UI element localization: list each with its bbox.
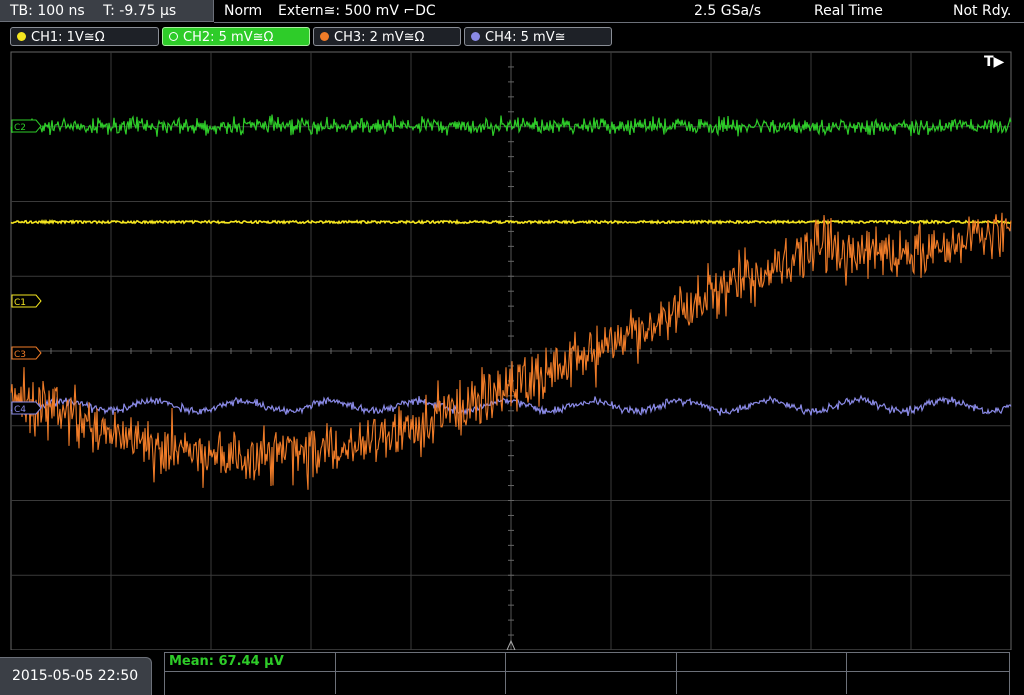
- marker-c4[interactable]: C4: [11, 401, 42, 415]
- ch2-label: CH2: 5 mV≅Ω: [183, 30, 274, 45]
- trigger-status: Not Rdy.: [953, 3, 1012, 19]
- ch1-label: CH1: 1V≅Ω: [31, 30, 105, 45]
- graticule: C2 C1 C3 C4 T▶: [10, 51, 1012, 650]
- ch2-color-dot: [169, 32, 178, 41]
- channel-tab-ch4[interactable]: CH4: 5 mV≅: [464, 27, 612, 46]
- channel-tab-ch1[interactable]: CH1: 1V≅Ω: [10, 27, 159, 46]
- trigger-offset-value: T: -9.75 µs: [103, 3, 177, 19]
- measurement-divider: [505, 653, 506, 694]
- ch3-color-dot: [320, 32, 329, 41]
- measurement-panel[interactable]: Mean: 67.44 µV: [164, 652, 1010, 695]
- marker-c3-label: C3: [14, 350, 26, 360]
- grid-lines: [10, 51, 1012, 650]
- status-bar: TB: 100 ns T: -9.75 µs Norm Extern≅: 500…: [0, 0, 1024, 24]
- measurement-row: [165, 653, 1009, 672]
- timebase-panel[interactable]: TB: 100 ns T: -9.75 µs: [0, 0, 214, 22]
- channel-tab-ch2[interactable]: CH2: 5 mV≅Ω: [162, 27, 310, 46]
- measurement-divider: [676, 653, 677, 694]
- ch3-label: CH3: 2 mV≅Ω: [334, 30, 425, 45]
- marker-c4-label: C4: [14, 405, 26, 415]
- channel-tabs: CH1: 1V≅Ω CH2: 5 mV≅Ω CH3: 2 mV≅Ω CH4: 5…: [0, 25, 1024, 49]
- channel-markers: C2 C1 C3 C4: [11, 119, 42, 415]
- ch4-color-dot: [471, 32, 480, 41]
- measurement-mean[interactable]: Mean: 67.44 µV: [169, 653, 284, 671]
- ch1-color-dot: [17, 32, 26, 41]
- trigger-position-indicator[interactable]: T▶: [984, 54, 1005, 70]
- marker-c1-label: C1: [14, 298, 26, 308]
- timebase-value: TB: 100 ns: [10, 3, 85, 19]
- marker-c2[interactable]: C2: [11, 119, 42, 133]
- trigger-mode[interactable]: Norm: [224, 0, 262, 22]
- marker-c3[interactable]: C3: [11, 346, 42, 360]
- measurement-divider: [846, 653, 847, 694]
- channel-tab-ch3[interactable]: CH3: 2 mV≅Ω: [313, 27, 461, 46]
- trigger-source[interactable]: Extern≅: 500 mV ⌐DC: [278, 0, 436, 22]
- bottom-bar: 2015-05-05 22:50 Mean: 67.44 µV: [0, 650, 1024, 695]
- date-time: 2015-05-05 22:50: [0, 657, 152, 695]
- ch4-label: CH4: 5 mV≅: [485, 30, 566, 45]
- measurement-divider: [335, 653, 336, 694]
- marker-c2-label: C2: [14, 123, 26, 133]
- waveform-display[interactable]: C2 C1 C3 C4 T▶: [0, 50, 1024, 650]
- status-bar-divider: [214, 22, 1024, 23]
- acquisition-mode[interactable]: Real Time: [814, 0, 883, 22]
- sample-rate[interactable]: 2.5 GSa/s: [694, 0, 761, 22]
- marker-c1[interactable]: C1: [11, 294, 42, 308]
